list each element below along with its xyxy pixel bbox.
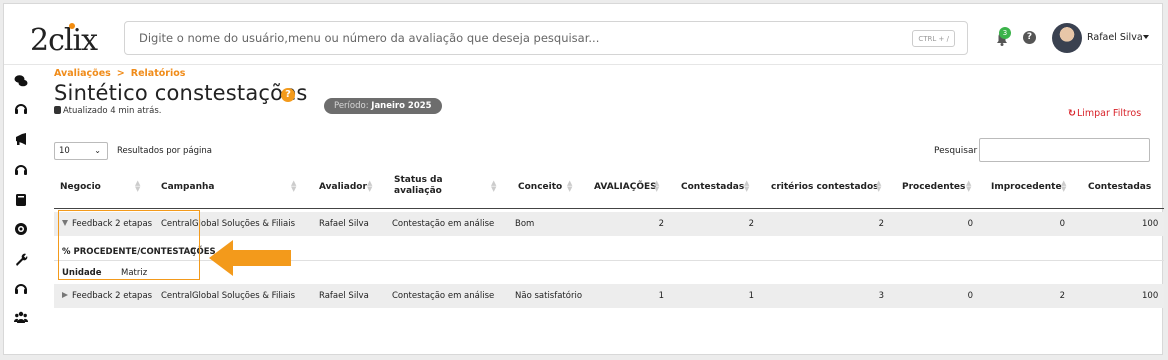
updated-status: Atualizado 4 min atrás. [54, 106, 162, 116]
row-procedentes: 0 [967, 219, 973, 229]
row-procedentes: 0 [967, 291, 973, 301]
per-page-label: Resultados por página [117, 146, 212, 156]
annotation-arrow-icon [209, 240, 291, 280]
title-help-icon[interactable]: ? [281, 88, 295, 102]
column-header-criterios[interactable]: critérios contestados [771, 182, 879, 193]
chat-icon[interactable] [14, 74, 28, 88]
row-contestadas: 2 [748, 219, 754, 229]
row-contestadas: 1 [748, 291, 754, 301]
row-avaliacoes: 2 [658, 219, 664, 229]
table-search-label: Pesquisar [934, 146, 978, 156]
global-search-input[interactable] [125, 22, 885, 54]
refresh-icon: ↻ [1068, 108, 1076, 119]
headset-icon[interactable] [14, 281, 28, 295]
sort-icon[interactable]: ▲ ▼ [567, 180, 572, 193]
column-header-status[interactable]: Status da avaliação [394, 175, 454, 197]
column-header-procedentes[interactable]: Procedentes [902, 182, 965, 193]
row-criterios: 2 [878, 219, 884, 229]
column-header-contestadas[interactable]: Contestadas [681, 182, 744, 193]
row-conceito: Bom [515, 219, 535, 229]
team-icon[interactable] [14, 310, 28, 324]
column-header-avaliador[interactable]: Avaliador [319, 182, 367, 193]
row-avaliacoes: 1 [658, 291, 664, 301]
sort-icon[interactable]: ▲ ▼ [966, 180, 971, 193]
row-campanha: CentralGlobal Soluções & Filiais [161, 291, 296, 301]
book-icon[interactable] [14, 193, 28, 207]
column-header-conceito[interactable]: Conceito [518, 182, 562, 193]
column-header-negocio[interactable]: Negocio [60, 182, 101, 193]
row-conceito: Não satisfatório [515, 291, 583, 301]
sort-icon[interactable]: ▲ ▼ [876, 180, 881, 193]
period-badge[interactable]: Período: Janeiro 2025 [324, 98, 442, 114]
page-title: Sintético constestações [54, 81, 308, 105]
wrench-icon[interactable] [14, 252, 28, 266]
row-avaliador: Rafael Silva [319, 291, 369, 301]
row-status: Contestação em análise [392, 291, 495, 301]
column-header-improcedente[interactable]: Improcedente [991, 182, 1062, 193]
help-icon[interactable]: ? [1023, 31, 1036, 44]
chevron-down-icon: ⌄ [94, 146, 101, 155]
expand-toggle-icon[interactable] [62, 292, 68, 298]
sort-icon[interactable]: ▲ ▼ [491, 180, 496, 193]
header-divider [4, 64, 1164, 65]
headset-icon[interactable] [14, 162, 28, 176]
database-icon [54, 106, 61, 114]
highlight-box [58, 210, 200, 280]
per-page-select[interactable]: 10 ⌄ [54, 142, 108, 160]
clear-filters-button[interactable]: ↻Limpar Filtros [1068, 108, 1141, 119]
column-header-avaliacoes[interactable]: AVALIAÇÕES [594, 182, 657, 193]
table-search-input[interactable] [979, 138, 1150, 162]
shortcut-hint: CTRL + / [912, 30, 955, 47]
row-improcedente: 2 [1059, 291, 1065, 301]
avatar[interactable] [1052, 23, 1082, 53]
breadcrumb-separator: > [116, 68, 125, 79]
headset-icon[interactable] [14, 101, 28, 115]
row-status: Contestação em análise [392, 219, 495, 229]
logo[interactable]: 2clix [30, 23, 98, 58]
breadcrumb-item[interactable]: Relatórios [131, 68, 186, 79]
column-header-campanha[interactable]: Campanha [161, 182, 214, 193]
sort-icon[interactable]: ▲ ▼ [744, 180, 749, 193]
app-frame: 2clix CTRL + / 3 ? Rafael Silva Avaliaçõ… [3, 3, 1164, 355]
row-contestadas-pct: 100 [1142, 219, 1159, 229]
column-header-contestadas-pct[interactable]: Contestadas [1088, 182, 1151, 193]
global-search[interactable]: CTRL + / [124, 21, 968, 55]
user-menu-caret-icon[interactable] [1143, 35, 1149, 39]
breadcrumb-item[interactable]: Avaliações [54, 68, 111, 79]
row-contestadas-pct: 100 [1142, 291, 1159, 301]
row-criterios: 3 [878, 291, 884, 301]
sort-icon[interactable]: ▲ ▼ [135, 180, 140, 193]
notification-badge: 3 [999, 27, 1011, 39]
row-avaliador: Rafael Silva [319, 219, 369, 229]
sort-icon[interactable]: ▲ ▼ [1061, 180, 1066, 193]
row-improcedente: 0 [1059, 219, 1065, 229]
user-name[interactable]: Rafael Silva [1087, 32, 1143, 43]
table-header-divider [54, 208, 1164, 209]
sort-icon[interactable]: ▲ ▼ [654, 180, 659, 193]
megaphone-icon[interactable] [14, 132, 28, 146]
target-icon[interactable] [14, 222, 28, 236]
logo-dot [69, 23, 75, 29]
sort-icon[interactable]: ▲ ▼ [291, 180, 296, 193]
breadcrumb: Avaliações > Relatórios [54, 68, 185, 79]
row-negocio[interactable]: Feedback 2 etapas [62, 291, 152, 301]
sort-icon[interactable]: ▲ ▼ [367, 180, 372, 193]
